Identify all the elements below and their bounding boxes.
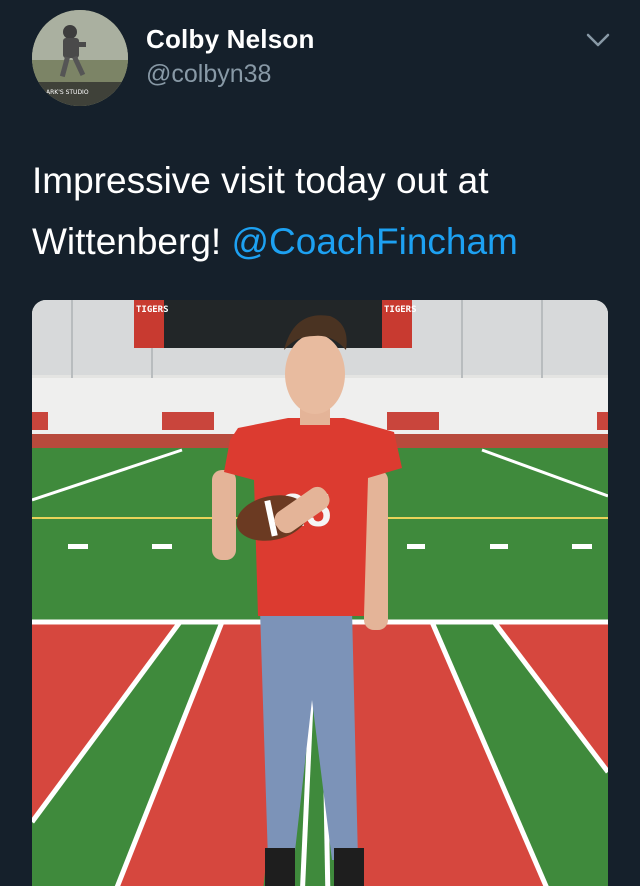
tweet-photo[interactable]: TIGERS TIGERS xyxy=(32,300,608,886)
display-name[interactable]: Colby Nelson xyxy=(146,24,315,55)
photo-scene: TIGERS TIGERS xyxy=(32,300,608,886)
mention-link[interactable]: @CoachFincham xyxy=(231,221,517,262)
chevron-down-icon[interactable] xyxy=(584,28,612,52)
avatar[interactable]: ARK'S STUDIO xyxy=(32,10,128,106)
tweet-text-line-2-prefix: Wittenberg! xyxy=(32,221,232,262)
banner-left-text: TIGERS xyxy=(136,305,169,315)
tweet-card: ARK'S STUDIO Colby Nelson @colbyn38 Impr… xyxy=(0,0,640,886)
tweet-text-line-1: Impressive visit today out at xyxy=(32,160,489,201)
tweet-text-line-2: Wittenberg! @CoachFincham xyxy=(32,211,612,272)
tweet-text: Impressive visit today out at Wittenberg… xyxy=(32,150,612,272)
avatar-image: ARK'S STUDIO xyxy=(32,10,128,106)
avatar-watermark: ARK'S STUDIO xyxy=(46,89,89,96)
user-handle[interactable]: @colbyn38 xyxy=(146,60,271,89)
banner-right-text: TIGERS xyxy=(384,305,417,315)
